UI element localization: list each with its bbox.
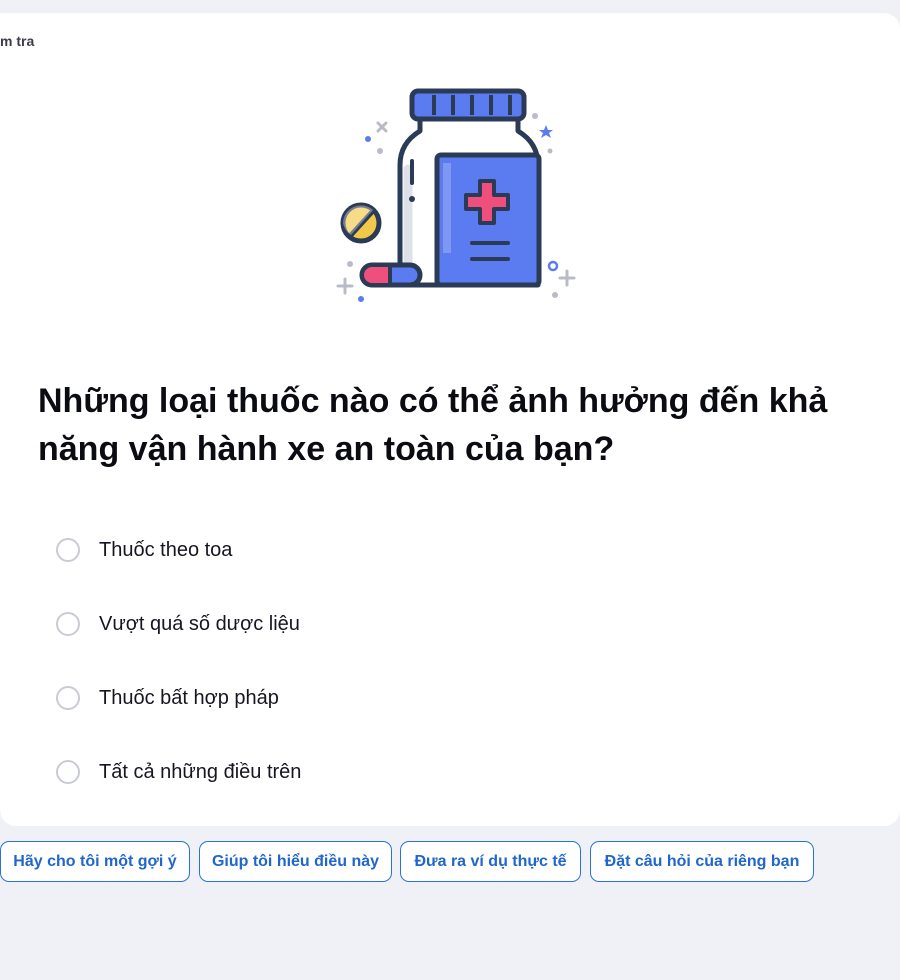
answer-option-label: Vượt quá số dược liệu: [99, 612, 300, 635]
radio-button[interactable]: [56, 760, 80, 784]
card-label: m tra: [0, 33, 35, 49]
answer-option-label: Tất cả những điều trên: [99, 760, 302, 783]
question-card: m tra Những loại thuốc nào có thể ảnh hư…: [0, 13, 900, 826]
radio-button[interactable]: [56, 538, 80, 562]
answer-option[interactable]: Tất cả những điều trên: [56, 735, 656, 809]
radio-button[interactable]: [56, 612, 80, 636]
example-chip-button[interactable]: Đưa ra ví dụ thực tế: [400, 841, 581, 882]
ask-question-chip-button[interactable]: Đặt câu hỏi của riêng bạn: [590, 841, 814, 882]
medicine-bottle-icon: [336, 88, 576, 302]
radio-button[interactable]: [56, 686, 80, 710]
answer-option-label: Thuốc bất hợp pháp: [99, 686, 279, 709]
question-text: Những loại thuốc nào có thể ảnh hưởng đế…: [38, 382, 828, 468]
answer-option-label: Thuốc theo toa: [99, 538, 233, 561]
answer-option[interactable]: Thuốc bất hợp pháp: [56, 661, 656, 735]
hint-chip-button[interactable]: Hãy cho tôi một gợi ý: [0, 841, 190, 882]
explain-chip-button[interactable]: Giúp tôi hiểu điều này: [199, 841, 392, 882]
answer-options: Thuốc theo toa Vượt quá số dược liệu Thu…: [56, 513, 656, 809]
answer-option[interactable]: Thuốc theo toa: [56, 513, 656, 587]
answer-option[interactable]: Vượt quá số dược liệu: [56, 587, 656, 661]
